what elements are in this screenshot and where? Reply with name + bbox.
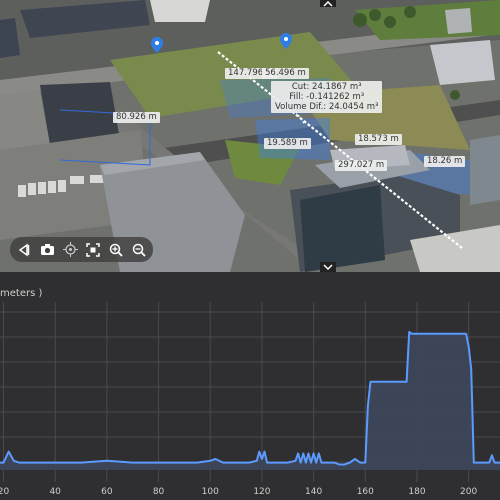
target-icon	[62, 242, 78, 257]
map-3d-viewport[interactable]: 147.796 m 56.496 m 80.926 m 19.589 m 18.…	[0, 0, 500, 272]
measurement-label: 18.573 m	[355, 134, 402, 145]
zoom-in-button[interactable]	[106, 240, 126, 260]
measurement-label: 297.027 m	[335, 160, 388, 171]
screenshot-button[interactable]	[37, 240, 57, 260]
x-tick-label: 180	[408, 487, 425, 497]
x-tick-label: 20	[0, 487, 10, 497]
chevron-up-icon	[323, 0, 333, 7]
measurement-label: 19.589 m	[264, 138, 311, 149]
volume-diff-text: Volume Dif.: 24.0454 m³	[275, 102, 379, 112]
collapse-top-button[interactable]	[320, 0, 336, 7]
measurement-label: 18.26 m	[424, 156, 466, 167]
viewer-toolbar	[10, 237, 153, 262]
fill-volume-text: Fill: -0.141262 m³	[289, 92, 365, 102]
camera-icon	[40, 244, 54, 255]
fit-screen-icon	[86, 242, 100, 257]
measurement-label: 80.926 m	[113, 112, 160, 123]
back-icon	[19, 243, 30, 256]
profile-title: meters )	[0, 288, 43, 299]
zoom-out-button[interactable]	[129, 240, 149, 260]
aerial-scene	[0, 0, 500, 272]
elevation-profile-panel: 20 40 60 80 100 120 140 160 180 200 meters )	[0, 272, 500, 500]
x-tick-label: 120	[253, 487, 270, 497]
chevron-down-icon	[323, 264, 333, 270]
volume-label: Cut: 24.1867 m³ Fill: -0.141262 m³ Volum…	[271, 81, 383, 113]
zoom-out-icon	[132, 243, 146, 257]
profile-chart: 20 40 60 80 100 120 140 160 180 200	[0, 302, 500, 497]
collapse-profile-button[interactable]	[320, 262, 336, 272]
x-tick-label: 140	[305, 487, 322, 497]
x-tick-label: 100	[202, 487, 219, 497]
measurement-label: 56.496 m	[262, 68, 309, 79]
x-tick-label: 200	[460, 487, 477, 497]
x-tick-label: 60	[101, 487, 113, 497]
profile-area	[0, 332, 500, 470]
location-pin-icon[interactable]	[151, 37, 163, 53]
location-pin-icon[interactable]	[280, 33, 292, 49]
back-button[interactable]	[14, 240, 34, 260]
x-tick-label: 160	[357, 487, 374, 497]
x-axis-ticks: 20 40 60 80 100 120 140 160 180 200	[0, 487, 478, 497]
x-tick-label: 40	[49, 487, 61, 497]
x-tick-label: 80	[153, 487, 165, 497]
zoom-in-icon	[109, 243, 123, 257]
center-target-button[interactable]	[60, 240, 80, 260]
cut-volume-text: Cut: 24.1867 m³	[291, 82, 362, 92]
fit-screen-button[interactable]	[83, 240, 103, 260]
